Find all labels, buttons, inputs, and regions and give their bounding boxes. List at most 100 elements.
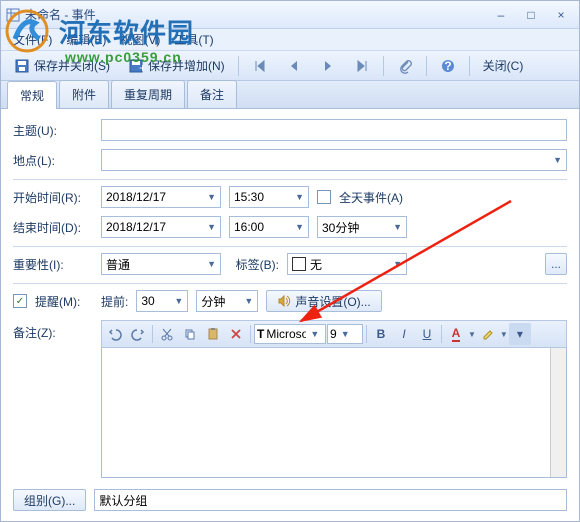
chevron-down-icon: ▼ — [207, 192, 216, 202]
next-icon — [320, 58, 336, 74]
copy-button[interactable] — [179, 323, 201, 345]
start-time-picker[interactable]: 15:30▼ — [229, 186, 309, 208]
rte-more-button[interactable]: ▾ — [509, 323, 531, 345]
nav-prev-button[interactable] — [279, 55, 309, 77]
tag-color-swatch — [292, 257, 306, 271]
toolbar: 保存并关闭(S) + 保存并增加(N) ? 关闭(C) — [1, 51, 579, 81]
minimize-button[interactable]: – — [487, 6, 515, 24]
menubar: 文件(F) 编辑(E) 视图(V) 工具(T) — [1, 29, 579, 51]
paste-button[interactable] — [202, 323, 224, 345]
tag-label: 标签(B): — [229, 256, 279, 273]
end-date-picker[interactable]: 2018/12/17▼ — [101, 216, 221, 238]
close-window-button[interactable]: × — [547, 6, 575, 24]
group-input[interactable] — [94, 489, 567, 511]
duration-combo[interactable]: 30分钟▼ — [317, 216, 407, 238]
remind-unit-combo[interactable]: 分钟▼ — [196, 290, 258, 312]
menu-tools[interactable]: 工具(T) — [168, 29, 219, 50]
tab-general[interactable]: 常规 — [7, 81, 57, 109]
fontsize-combo[interactable]: 9▼ — [327, 324, 363, 344]
redo-button[interactable] — [127, 323, 149, 345]
help-button[interactable]: ? — [433, 55, 463, 77]
paste-icon — [206, 327, 220, 341]
titlebar: 未命名 - 事件 – □ × — [1, 1, 579, 29]
redo-icon — [131, 327, 145, 341]
prev-icon — [286, 58, 302, 74]
chevron-down-icon: ▼ — [341, 329, 350, 339]
highlight-button[interactable] — [477, 323, 499, 345]
remind-label: 提醒(M): — [35, 293, 93, 310]
fontcolor-button[interactable]: A — [445, 323, 467, 345]
importance-label: 重要性(I): — [13, 256, 93, 273]
close-button[interactable]: 关闭(C) — [476, 54, 531, 77]
undo-button[interactable] — [104, 323, 126, 345]
memo-vscrollbar[interactable] — [550, 348, 566, 477]
chevron-down-icon: ▼ — [393, 259, 402, 269]
chevron-down-icon: ▼ — [310, 329, 319, 339]
tab-recur[interactable]: 重复周期 — [111, 80, 185, 108]
start-date-picker[interactable]: 2018/12/17▼ — [101, 186, 221, 208]
form-panel: 主题(U): 地点(L): ▼ 开始时间(R): 2018/12/17▼ 15:… — [1, 109, 579, 496]
sound-settings-button[interactable]: 声音设置(O)... — [266, 290, 381, 312]
save-add-icon: + — [128, 58, 144, 74]
chevron-down-icon: ▼ — [174, 296, 183, 306]
chevron-down-icon: ▼ — [393, 222, 402, 232]
highlight-dropdown[interactable]: ▼ — [500, 330, 508, 339]
paperclip-icon — [397, 58, 413, 74]
start-label: 开始时间(R): — [13, 189, 93, 206]
before-label: 提前: — [101, 293, 128, 310]
app-icon — [5, 7, 21, 23]
menu-view[interactable]: 视图(V) — [114, 29, 166, 50]
delete-icon — [229, 327, 243, 341]
delete-button[interactable] — [225, 323, 247, 345]
cut-button[interactable] — [156, 323, 178, 345]
copy-icon — [183, 327, 197, 341]
nav-first-button[interactable] — [245, 55, 275, 77]
maximize-button[interactable]: □ — [517, 6, 545, 24]
tab-note[interactable]: 备注 — [187, 80, 237, 108]
undo-icon — [108, 327, 122, 341]
italic-button[interactable]: I — [393, 323, 415, 345]
remind-num-combo[interactable]: 30▼ — [136, 290, 188, 312]
memo-label: 备注(Z): — [13, 320, 93, 341]
nav-next-button[interactable] — [313, 55, 343, 77]
underline-button[interactable]: U — [416, 323, 438, 345]
chevron-down-icon: ▼ — [207, 259, 216, 269]
help-icon: ? — [440, 58, 456, 74]
importance-combo[interactable]: 普通▼ — [101, 253, 221, 275]
chevron-down-icon: ▼ — [207, 222, 216, 232]
subject-input[interactable] — [101, 119, 567, 141]
highlight-icon — [481, 327, 495, 341]
chevron-down-icon: ▼ — [295, 222, 304, 232]
location-combo[interactable]: ▼ — [101, 149, 567, 171]
save-add-button[interactable]: + 保存并增加(N) — [121, 54, 232, 77]
end-label: 结束时间(D): — [13, 219, 93, 236]
allday-label: 全天事件(A) — [339, 189, 403, 206]
menu-file[interactable]: 文件(F) — [7, 29, 58, 50]
tag-more-button[interactable]: ... — [545, 253, 567, 275]
remind-checkbox[interactable]: ✓ — [13, 294, 27, 308]
bold-button[interactable]: B — [370, 323, 392, 345]
svg-text:+: + — [139, 61, 144, 74]
allday-checkbox[interactable] — [317, 190, 331, 204]
chevron-down-icon: ▼ — [244, 296, 253, 306]
chevron-down-icon: ▼ — [295, 192, 304, 202]
save-icon — [14, 58, 30, 74]
font-combo[interactable]: TMicrosoft▼ — [254, 324, 326, 344]
end-time-picker[interactable]: 16:00▼ — [229, 216, 309, 238]
group-button[interactable]: 组别(G)... — [13, 489, 86, 511]
attach-button[interactable] — [390, 55, 420, 77]
tag-combo[interactable]: 无▼ — [287, 253, 407, 275]
window-title: 未命名 - 事件 — [25, 6, 487, 23]
nav-last-button[interactable] — [347, 55, 377, 77]
event-window: 未命名 - 事件 – □ × 文件(F) 编辑(E) 视图(V) 工具(T) 保… — [0, 0, 580, 522]
subject-label: 主题(U): — [13, 122, 93, 139]
save-close-button[interactable]: 保存并关闭(S) — [7, 54, 117, 77]
tab-attach[interactable]: 附件 — [59, 80, 109, 108]
richtext-toolbar: TMicrosoft▼ 9▼ B I U A ▼ ▼ ▾ — [101, 320, 567, 348]
fontcolor-dropdown[interactable]: ▼ — [468, 330, 476, 339]
speaker-icon — [277, 294, 291, 308]
bottom-row: 组别(G)... — [13, 489, 567, 511]
chevron-down-icon: ▼ — [553, 155, 562, 165]
menu-edit[interactable]: 编辑(E) — [60, 29, 112, 50]
memo-textarea[interactable] — [101, 348, 567, 478]
